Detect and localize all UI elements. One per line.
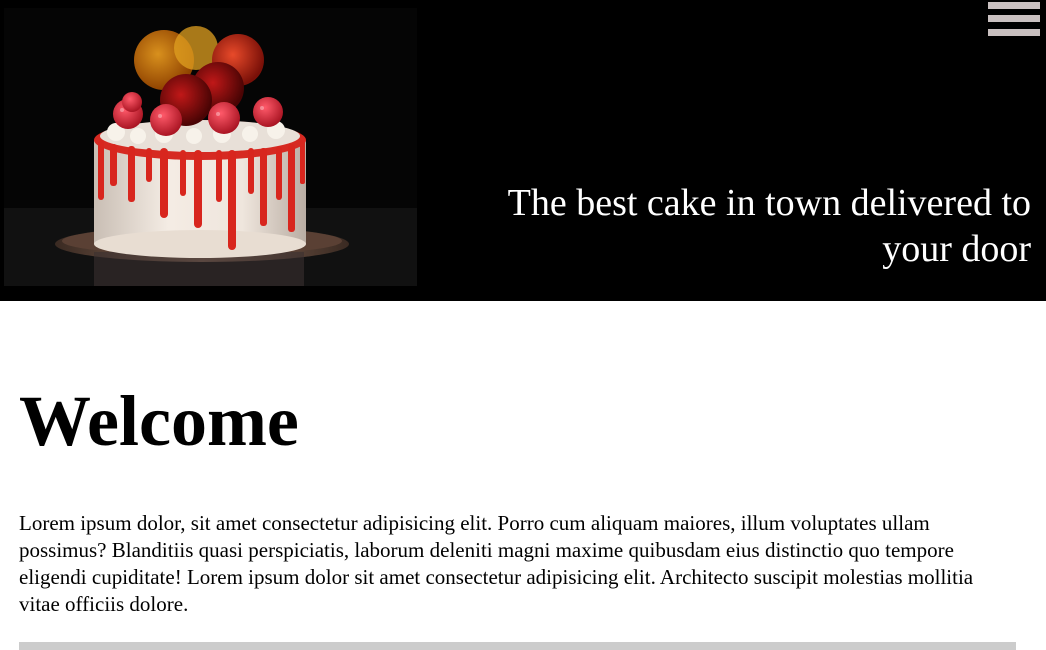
page-title: Welcome: [19, 381, 299, 461]
hero-tagline: The best cake in town delivered to your …: [507, 182, 1031, 270]
cake-image: [4, 8, 417, 286]
menu-bar: [988, 2, 1040, 9]
menu-bar: [988, 29, 1040, 36]
hamburger-menu-icon[interactable]: [987, 1, 1041, 38]
menu-bar: [988, 15, 1040, 22]
intro-paragraph: Lorem ipsum dolor, sit amet consectetur …: [19, 511, 974, 616]
hero-banner: The best cake in town delivered to your …: [0, 0, 1046, 301]
section-divider: [19, 642, 1016, 650]
